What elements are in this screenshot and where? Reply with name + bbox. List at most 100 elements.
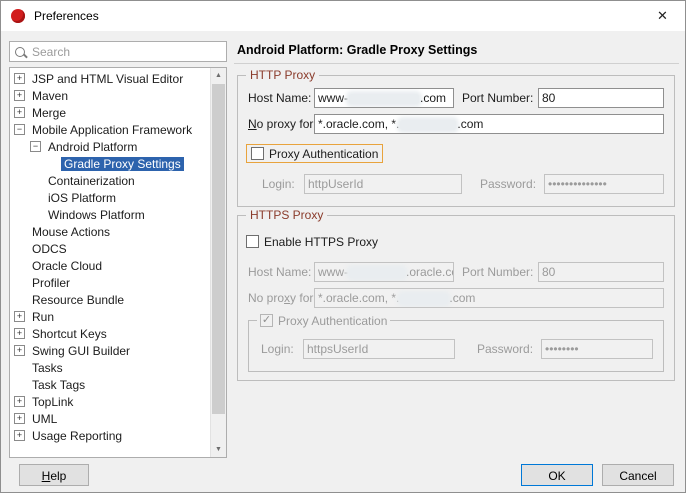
preferences-dialog: Preferences +JSP and HTML Visual Editor+… [0, 0, 686, 493]
http-login-input: httpUserId [304, 174, 462, 194]
tree-item[interactable]: − Mobile Application Framework [10, 121, 210, 138]
tree-item[interactable]: Mouse Actions [10, 223, 210, 240]
expand-icon[interactable]: + [14, 345, 25, 356]
ok-button[interactable]: OK [521, 464, 593, 486]
tree-item[interactable]: + Run [10, 308, 210, 325]
enable-https-proxy-checkbox-row[interactable]: Enable HTTPS Proxy [246, 232, 378, 251]
expand-icon[interactable]: + [14, 107, 25, 118]
redacted-text [400, 293, 449, 304]
tree-item-label: Shortcut Keys [32, 326, 107, 341]
search-input[interactable] [30, 43, 221, 60]
tree-item[interactable]: Oracle Cloud [10, 257, 210, 274]
https-noproxy-label: No proxy for: [248, 291, 317, 305]
https-login-value: httpsUserId [307, 342, 369, 356]
tree-item[interactable]: Resource Bundle [10, 291, 210, 308]
tree-item[interactable]: − Android Platform [10, 138, 210, 155]
close-icon[interactable] [640, 1, 685, 31]
tree-item-label: Profiler [32, 275, 71, 290]
expand-icon[interactable]: + [14, 413, 25, 424]
http-proxy-auth-checkbox[interactable] [251, 147, 264, 160]
tree-item[interactable]: + Usage Reporting [10, 427, 210, 444]
https-password-input: •••••••• [541, 339, 653, 359]
http-password-label: Password: [480, 177, 537, 191]
title-bar: Preferences [1, 1, 685, 31]
tree-item[interactable]: + Swing GUI Builder [10, 342, 210, 359]
https-proxy-auth-checkbox [260, 314, 273, 327]
https-port-label: Port Number: [462, 265, 534, 279]
https-proxy-group: HTTPS Proxy Enable HTTPS Proxy Host Name… [237, 208, 675, 381]
http-login-label: Login: [262, 177, 295, 191]
tree-item[interactable]: + Merge [10, 104, 210, 121]
preferences-tree-rows: + JSP and HTML Visual Editor + Maven + Merge −… [10, 70, 210, 457]
expand-icon[interactable]: + [14, 430, 25, 441]
https-proxy-auth-group: Proxy Authentication Login: httpsUserId … [248, 311, 664, 372]
header-separator [234, 63, 679, 64]
https-password-label: Password: [477, 342, 534, 356]
http-password-value: •••••••••••••• [548, 177, 607, 191]
tree-item[interactable]: Windows Platform [10, 206, 210, 223]
http-proxy-group-title: HTTP Proxy [246, 68, 320, 82]
https-login-input: httpsUserId [303, 339, 455, 359]
http-port-input[interactable]: 80 [538, 88, 664, 108]
tree-item[interactable]: Containerization [10, 172, 210, 189]
tree-item[interactable]: Profiler [10, 274, 210, 291]
tree-item[interactable]: + Shortcut Keys [10, 325, 210, 342]
https-port-input: 80 [538, 262, 664, 282]
http-proxy-auth-checkbox-row[interactable]: Proxy Authentication [246, 144, 384, 163]
http-password-input: •••••••••••••• [544, 174, 664, 194]
expand-icon[interactable]: + [14, 73, 25, 84]
http-host-value-post: .com [420, 91, 447, 105]
search-icon [15, 46, 25, 57]
tree-item[interactable]: + TopLink [10, 393, 210, 410]
http-proxy-group: HTTP Proxy Host Name: www- .com Port Numb… [237, 68, 675, 207]
redacted-text [349, 267, 405, 278]
expand-icon[interactable]: + [14, 90, 25, 101]
redacted-text [349, 93, 419, 104]
tree-item-label: Mouse Actions [32, 224, 111, 239]
tree-item[interactable]: ODCS [10, 240, 210, 257]
http-host-value-pre: www- [318, 91, 348, 105]
collapse-icon[interactable]: − [30, 141, 41, 152]
tree-scrollbar[interactable] [210, 68, 226, 457]
scroll-up-icon[interactable] [211, 68, 226, 83]
tree-item[interactable]: Task Tags [10, 376, 210, 393]
tree-item-label: Task Tags [32, 377, 86, 392]
http-login-value: httpUserId [308, 177, 364, 191]
tree-item-label: TopLink [32, 394, 74, 409]
cancel-button[interactable]: Cancel [602, 464, 674, 486]
tree-item-label: Resource Bundle [32, 292, 125, 307]
scrollbar-thumb[interactable] [212, 84, 225, 414]
https-noproxy-input: *.oracle.com, *. .com [314, 288, 664, 308]
tree-item[interactable]: Tasks [10, 359, 210, 376]
tree-item[interactable]: + JSP and HTML Visual Editor [10, 70, 210, 87]
http-noproxy-input[interactable]: *.oracle.com, *. .com [314, 114, 664, 134]
tree-item[interactable]: Gradle Proxy Settings [10, 155, 210, 172]
enable-https-proxy-checkbox[interactable] [246, 235, 259, 248]
http-noproxy-label: No proxy for: [248, 117, 317, 131]
http-host-input[interactable]: www- .com [314, 88, 454, 108]
collapse-icon[interactable]: − [14, 124, 25, 135]
tree-item[interactable]: iOS Platform [10, 189, 210, 206]
search-box[interactable] [9, 41, 227, 62]
https-password-value: •••••••• [545, 342, 579, 356]
tree-item-label: Tasks [32, 360, 63, 375]
expand-icon[interactable]: + [14, 396, 25, 407]
redacted-text [400, 119, 457, 130]
tree-item-label: iOS Platform [48, 190, 117, 205]
tree-item[interactable]: + UML [10, 410, 210, 427]
tree-item-label: Run [32, 309, 55, 324]
expand-icon[interactable]: + [14, 311, 25, 322]
tree-item-label: Containerization [48, 173, 135, 188]
expand-icon[interactable]: + [14, 328, 25, 339]
tree-item-label: Android Platform [48, 139, 138, 154]
scroll-down-icon[interactable] [211, 442, 226, 457]
help-button[interactable]: Help [19, 464, 89, 486]
tree-item[interactable]: + Maven [10, 87, 210, 104]
http-noproxy-value-pre: *.oracle.com, *. [318, 117, 400, 131]
